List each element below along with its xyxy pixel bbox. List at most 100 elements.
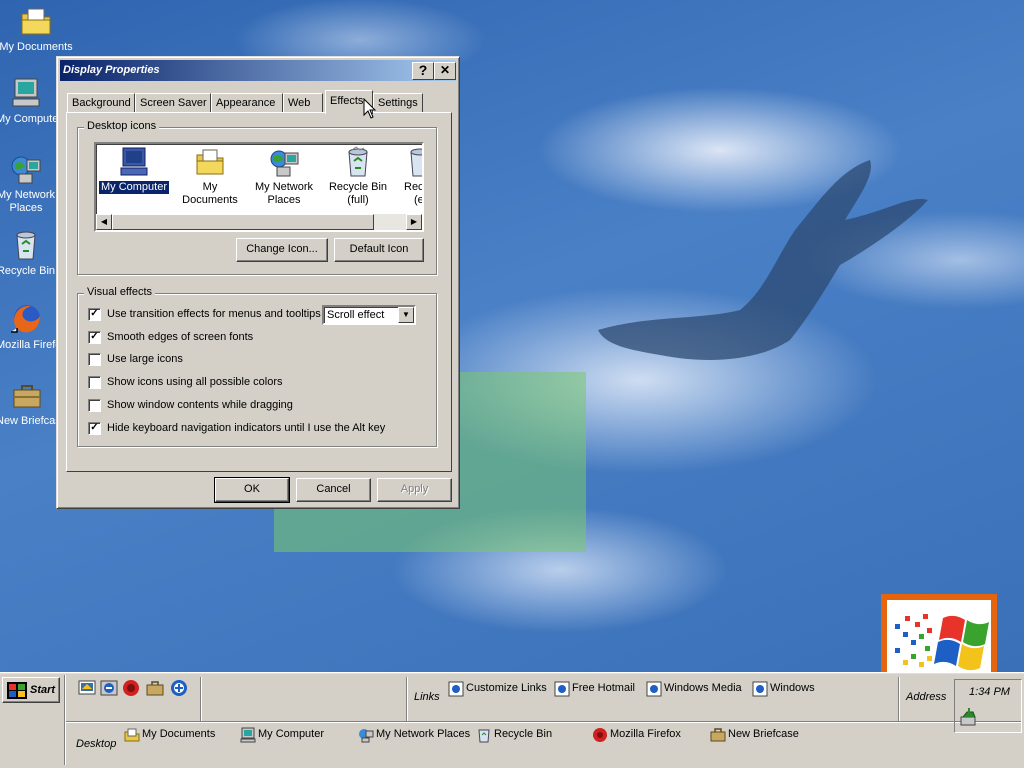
ok-button[interactable]: OK xyxy=(214,477,290,503)
network-places-icon xyxy=(11,156,41,184)
briefcase-icon[interactable] xyxy=(146,679,164,697)
safely-remove-hardware-icon[interactable] xyxy=(959,708,979,728)
recycle-bin-empty-icon xyxy=(410,148,422,177)
scroll-right-arrow-icon[interactable]: ▶ xyxy=(406,214,422,230)
desktop-toolbar-label: New Briefcase xyxy=(728,728,799,740)
desktop-toolbar-label: My Computer xyxy=(258,728,325,740)
link-label: Free Hotmail xyxy=(572,682,635,694)
list-item-label-line2: (e xyxy=(414,194,424,206)
list-item-label-line2: (full) xyxy=(347,194,369,206)
desktop-icon-label: Mozilla Firefox xyxy=(0,339,56,351)
recycle-bin-icon xyxy=(478,729,490,743)
default-icon-button[interactable]: Default Icon xyxy=(334,238,424,262)
list-item-my-documents[interactable]: My Documents xyxy=(172,146,248,207)
tab-screen-saver[interactable]: Screen Saver xyxy=(135,93,211,113)
list-item-network-places[interactable]: My Network Places xyxy=(246,146,322,207)
desktop-icon-my-documents[interactable]: My Documents xyxy=(0,4,76,54)
checkbox-unchecked[interactable] xyxy=(88,399,101,412)
desktop-icon-recycle-bin[interactable]: Recycle Bin xyxy=(0,228,56,278)
cancel-button[interactable]: Cancel xyxy=(296,478,371,502)
outlook-icon[interactable] xyxy=(122,679,140,697)
display-properties-dialog: Display Properties ? ✕ Background Screen… xyxy=(56,56,460,509)
clock[interactable]: 1:34 PM xyxy=(969,686,1010,698)
start-button[interactable]: Start xyxy=(2,677,60,703)
desktop-toolbar-label: Desktop xyxy=(76,738,117,750)
ie-page-icon xyxy=(448,681,464,697)
list-item-label-line1: Rec xyxy=(404,181,424,193)
close-button[interactable]: ✕ xyxy=(434,62,456,80)
scroll-left-arrow-icon[interactable]: ◀ xyxy=(96,214,112,230)
desktop-icon-my-computer[interactable]: My Computer xyxy=(0,76,56,126)
ie-page-icon xyxy=(554,681,570,697)
option-label: Use transition effects for menus and too… xyxy=(107,308,321,320)
link-label: Customize Links xyxy=(466,682,547,694)
internet-explorer-icon[interactable] xyxy=(100,679,118,697)
mouse-pointer-icon xyxy=(363,98,377,119)
address-label[interactable]: Address xyxy=(906,691,946,703)
briefcase-icon xyxy=(710,728,726,742)
firefox-icon xyxy=(593,728,607,742)
desktop-toolbar-label: Mozilla Firefox xyxy=(610,728,681,740)
checkbox-checked[interactable]: ✓ xyxy=(88,331,101,344)
network-places-icon xyxy=(359,729,374,743)
network-places-icon xyxy=(270,150,299,177)
taskbar-row-divider xyxy=(66,721,1022,723)
desktop-icon-new-briefcase[interactable]: New Briefcase xyxy=(0,378,58,428)
my-computer-icon xyxy=(12,78,40,107)
list-item-label: My Computer xyxy=(98,181,170,194)
my-documents-icon xyxy=(124,728,140,742)
checkbox-checked[interactable]: ✓ xyxy=(88,308,101,321)
tab-background[interactable]: Background xyxy=(67,93,135,113)
checkbox-unchecked[interactable] xyxy=(88,353,101,366)
option-label: Use large icons xyxy=(107,353,183,365)
my-documents-icon xyxy=(21,8,51,35)
scroll-thumb[interactable] xyxy=(112,214,374,230)
recycle-bin-full-icon xyxy=(348,146,368,177)
desktop-icon-firefox[interactable]: Mozilla Firefox xyxy=(0,302,56,352)
desktop-toolbar-label: Recycle Bin xyxy=(494,728,553,740)
dialog-titlebar[interactable]: Display Properties ? ✕ xyxy=(60,60,456,81)
list-item-recycle-bin-full[interactable]: Recycle Bin (full) xyxy=(320,146,396,207)
option-label: Show icons using all possible colors xyxy=(107,376,283,388)
briefcase-icon xyxy=(13,385,41,408)
taskbar-divider xyxy=(200,677,202,721)
wallpaper-diver-silhouette xyxy=(598,160,928,360)
group-legend: Desktop icons xyxy=(84,120,160,132)
firefox-icon xyxy=(11,305,40,333)
option-label: Hide keyboard navigation indicators unti… xyxy=(107,422,386,434)
list-item-recycle-bin-empty[interactable]: Rec (e xyxy=(394,146,424,207)
ie-page-icon xyxy=(752,681,768,697)
help-button[interactable]: ? xyxy=(412,62,434,80)
taskbar-divider xyxy=(406,677,408,721)
my-computer-icon xyxy=(240,727,256,743)
taskbar-divider xyxy=(64,675,66,765)
list-item-label-line1: My Network xyxy=(254,181,314,193)
apply-button[interactable]: Apply xyxy=(377,478,452,502)
desktop-icon-label: Recycle Bin xyxy=(0,265,56,277)
desktop-icons-list[interactable]: My Computer My Documents My Network Plac… xyxy=(94,142,424,232)
dialog-title: Display Properties xyxy=(63,64,160,76)
list-item-my-computer[interactable]: My Computer xyxy=(96,146,172,194)
transition-effect-select[interactable]: Scroll effect ▼ xyxy=(322,305,416,325)
my-computer-icon xyxy=(120,147,148,176)
tab-appearance[interactable]: Appearance xyxy=(211,93,283,113)
recycle-bin-icon xyxy=(16,231,36,260)
effects-tab-panel: Desktop icons My Computer My Documents M… xyxy=(66,112,452,472)
checkbox-checked[interactable]: ✓ xyxy=(88,422,101,435)
tab-web[interactable]: Web xyxy=(283,93,323,113)
windows-update-icon[interactable] xyxy=(170,679,188,697)
horizontal-scrollbar[interactable]: ◀ ▶ xyxy=(96,214,422,230)
checkbox-unchecked[interactable] xyxy=(88,376,101,389)
taskbar-divider xyxy=(898,677,900,721)
chevron-down-icon[interactable]: ▼ xyxy=(398,307,414,323)
desktop-icon-label: My Computer xyxy=(0,113,56,125)
list-item-label-line2: Places xyxy=(267,194,301,206)
tab-settings[interactable]: Settings xyxy=(373,93,423,113)
links-label: Links xyxy=(414,691,440,703)
link-label: Windows xyxy=(770,682,815,694)
option-label: Show window contents while dragging xyxy=(107,399,293,411)
list-item-label: My Documents xyxy=(182,181,238,206)
show-desktop-icon[interactable] xyxy=(78,679,96,697)
change-icon-button[interactable]: Change Icon... xyxy=(236,238,328,262)
desktop-icon-network-places[interactable]: My Network Places xyxy=(0,152,56,215)
